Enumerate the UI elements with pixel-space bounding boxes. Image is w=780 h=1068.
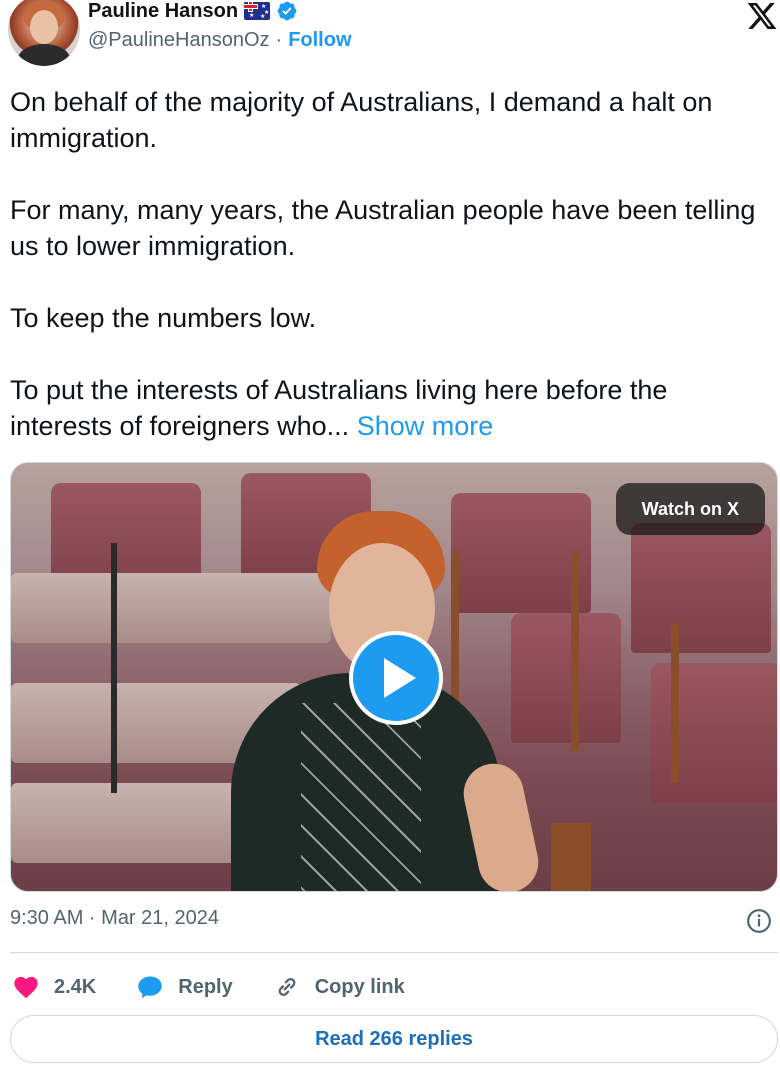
speaker-dress-pattern: [301, 703, 421, 891]
watch-on-x-button[interactable]: Watch on X: [615, 483, 765, 535]
action-bar: 2.4K Reply Copy link: [12, 970, 445, 1004]
avatar-face: [30, 10, 58, 44]
user-handle[interactable]: @PaulineHansonOz: [88, 29, 270, 52]
like-button[interactable]: 2.4K: [12, 973, 96, 1001]
copy-link-label: Copy link: [314, 975, 405, 998]
copy-link-button[interactable]: Copy link: [273, 973, 405, 1001]
australian-flag-icon: ★ ★ ★ ★: [244, 2, 271, 20]
info-icon[interactable]: [746, 908, 772, 934]
tweet-paragraph: For many, many years, the Australian peo…: [10, 195, 756, 261]
video-player[interactable]: Watch on X: [10, 462, 778, 892]
show-more-link[interactable]: Show more: [357, 411, 494, 441]
handle-row: @PaulineHansonOz · Follow: [88, 29, 352, 52]
desk-wood: [671, 623, 679, 783]
tweet-paragraph: To keep the numbers low.: [10, 303, 317, 333]
senate-chair: [631, 523, 771, 653]
divider: [10, 952, 778, 953]
name-row: Pauline Hanson ★ ★ ★ ★: [88, 0, 298, 22]
desk-wood: [571, 551, 579, 751]
senate-chair: [451, 493, 591, 613]
heart-icon: [14, 976, 38, 999]
link-icon: [278, 978, 296, 996]
senate-chair: [511, 613, 621, 743]
avatar-body: [18, 44, 70, 66]
tweet-paragraph: On behalf of the majority of Australians…: [10, 87, 713, 153]
reply-label: Reply: [178, 975, 233, 998]
separator-dot: ·: [275, 29, 283, 51]
tweet-text: On behalf of the majority of Australians…: [10, 84, 770, 444]
follow-button[interactable]: Follow: [288, 29, 351, 52]
play-button[interactable]: [349, 631, 443, 725]
tweet-paragraph: To put the interests of Australians livi…: [10, 375, 668, 441]
avatar[interactable]: [8, 0, 80, 66]
senate-bench: [11, 573, 331, 643]
tweet-paragraph-last: To put the interests of Australians livi…: [10, 372, 770, 444]
like-count: 2.4K: [54, 975, 97, 998]
display-name[interactable]: Pauline Hanson: [88, 0, 238, 23]
microphone-stand: [111, 543, 117, 793]
tweet-timestamp[interactable]: 9:30 AM · Mar 21, 2024: [10, 907, 219, 930]
reply-bubble-icon: [138, 976, 162, 999]
x-logo-icon[interactable]: [746, 0, 778, 32]
read-replies-button[interactable]: Read 266 replies: [10, 1015, 778, 1063]
verified-badge-icon: [277, 1, 297, 21]
tweet-header: Pauline Hanson ★ ★ ★ ★ @PaulineHansonOz …: [0, 0, 780, 70]
reply-button[interactable]: Reply: [136, 973, 233, 1001]
desk-wood: [551, 823, 591, 891]
play-icon: [384, 658, 416, 698]
